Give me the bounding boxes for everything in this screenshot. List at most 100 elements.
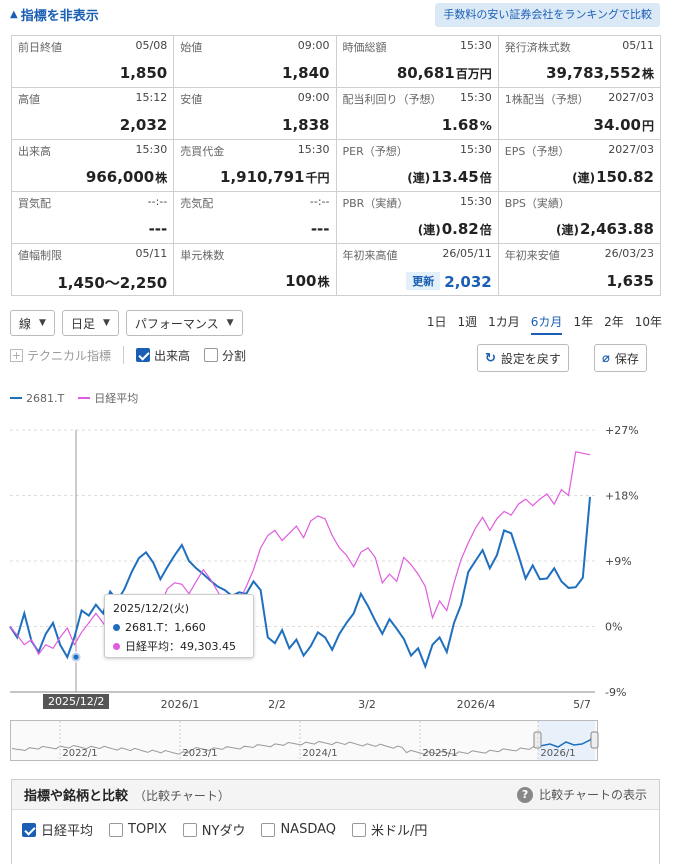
compare-help-link[interactable]: ? 比較チャートの表示 <box>517 786 647 803</box>
navigator-label: 2026/1 <box>540 748 575 759</box>
compare-checkbox[interactable]: TOPIX <box>109 820 167 839</box>
stock-series-line <box>9 496 591 670</box>
chevron-down-icon: ▼ <box>102 318 110 328</box>
chart-legend: 2681.T 日経平均 <box>10 390 138 406</box>
checkbox-unchecked-icon <box>182 822 197 837</box>
stat-cell: 時価総額 15:30 80,681百万円 <box>335 35 499 88</box>
stat-time: 09:00 <box>297 39 330 52</box>
line-type-select[interactable]: 線 ▼ <box>10 310 55 336</box>
stat-label: 1株配当（予想） <box>504 93 589 106</box>
stat-time: 15:30 <box>460 195 492 208</box>
stat-header: 時価総額 15:30 <box>343 39 492 59</box>
period-tab[interactable]: 10年 <box>635 313 662 335</box>
technical-indicators-toggle[interactable]: + テクニカル指標 <box>10 347 111 364</box>
stat-unit: 株 <box>317 275 330 289</box>
stat-unit: 倍 <box>479 171 492 185</box>
legend-item-stock[interactable]: 2681.T <box>10 390 64 406</box>
stat-label: 年初来安値 <box>504 249 560 262</box>
stat-time: 26/05/11 <box>442 247 492 260</box>
stat-unit: 株 <box>641 67 654 81</box>
navigator-label: 2023/1 <box>182 748 217 759</box>
stat-time: 15:30 <box>460 91 492 104</box>
stat-label: 前日終値 <box>18 41 62 54</box>
stat-header: 買気配 --:-- <box>18 195 167 215</box>
mode-select[interactable]: パフォーマンス ▼ <box>125 310 243 336</box>
period-tab[interactable]: 1日 <box>427 313 447 335</box>
stat-time: --:-- <box>309 195 330 208</box>
stat-label: 時価総額 <box>342 41 387 54</box>
hover-point <box>73 654 79 660</box>
series-dot-icon <box>113 642 120 650</box>
stat-label: 安値 <box>180 93 203 106</box>
stat-value-wrap: 1,910,791千円 <box>180 168 329 186</box>
stat-cell: 年初来高値 26/05/11 更新 2,032 <box>335 243 499 296</box>
tooltip-row-index: 日経平均：49,303.45 <box>113 638 245 654</box>
legend-item-index[interactable]: 日経平均 <box>78 390 138 406</box>
save-button[interactable]: ⌀ 保存 <box>594 344 647 372</box>
checkbox-checked-icon <box>22 822 36 837</box>
compare-checkbox[interactable]: NASDAQ <box>261 820 336 839</box>
chevron-down-icon: ▼ <box>226 318 234 328</box>
stat-label: 発行済株式数 <box>504 41 571 54</box>
stat-prefix: (連) <box>407 171 431 185</box>
checkbox-unchecked-icon <box>352 822 367 837</box>
stat-header: EPS（予想） 2027/03 <box>505 143 654 163</box>
stat-header: 年初来高値 26/05/11 <box>343 247 492 267</box>
x-tick-label: 3/2 <box>358 698 376 711</box>
stats-row: 値幅制限 05/11 1,450～2,250 単元株数 100株 年初来高値 26/05/1… <box>10 243 662 296</box>
stat-value-wrap: 1,850 <box>18 64 167 82</box>
stat-prefix: (連) <box>417 223 441 237</box>
stat-value: 1,840 <box>282 64 330 82</box>
stat-time: 15:12 <box>135 91 168 104</box>
stats-row: 出来高 15:30 966,000株 売買代金 15:30 1,910,791千円 PER（… <box>10 139 662 192</box>
stat-unit: 千円 <box>305 171 330 185</box>
compare-checkbox[interactable]: 米ドル/円 <box>352 820 427 839</box>
range-navigator[interactable]: 2022/1 2023/1 2024/1 2025/1 2026/1 <box>10 720 600 762</box>
stat-value-wrap: (連)2,463.88 <box>505 220 654 238</box>
period-tab[interactable]: 1週 <box>458 313 478 335</box>
checkbox-unchecked-icon <box>204 348 219 362</box>
stat-header: 売気配 --:-- <box>180 195 329 215</box>
broker-ranking-button[interactable]: 手数料の安い証券会社をランキングで比較 <box>435 3 660 27</box>
navigator-label: 2025/1 <box>422 748 457 759</box>
period-tab[interactable]: 6カ月 <box>530 313 563 335</box>
period-tab[interactable]: 2年 <box>604 313 624 335</box>
checkbox-unchecked-icon <box>261 822 276 837</box>
performance-chart[interactable]: +27% +18% +9% 0% -9% 2026/1 2/2 3/2 2026/4 5/7 <box>0 420 677 715</box>
stat-unit: 株 <box>155 171 168 185</box>
stat-header: 前日終値 05/08 <box>18 39 167 59</box>
stat-value-wrap: 80,681百万円 <box>343 64 492 82</box>
stat-time: 15:30 <box>297 143 330 156</box>
stat-value: 1,910,791 <box>220 168 305 186</box>
y-tick-label: +18% <box>605 490 639 503</box>
stat-unit: 百万円 <box>455 67 492 81</box>
y-tick-label: +9% <box>605 555 632 568</box>
stat-value-wrap: --- <box>18 220 168 238</box>
compare-checkbox[interactable]: 日経平均 <box>22 820 93 839</box>
chevron-down-icon: ▼ <box>39 318 46 328</box>
split-checkbox[interactable]: 分割 <box>204 347 246 364</box>
legend-swatch <box>78 397 91 399</box>
stat-value-wrap: 更新 2,032 <box>343 272 492 291</box>
stat-label: EPS（予想） <box>504 145 570 158</box>
stat-value: --- <box>310 220 330 238</box>
chart-controls: 線 ▼ 日足 ▼ パフォーマンス ▼ <box>10 310 243 338</box>
stat-header: 発行済株式数 05/11 <box>505 39 654 59</box>
toggle-indicators-link[interactable]: ▲ 指標を非表示 <box>10 5 99 24</box>
stat-label: PBR（実績） <box>342 197 409 210</box>
compare-items: 日経平均 TOPIX NYダウ NASDAQ 米ドル/円 <box>12 810 659 849</box>
navigator-label: 2022/1 <box>62 748 97 759</box>
stat-value-wrap: 966,000株 <box>18 168 167 186</box>
chart-options: + テクニカル指標 出来高 分割 <box>10 346 254 364</box>
stats-row: 買気配 --:-- --- 売気配 --:-- --- PBR（実績） 15:30 (連)0.8… <box>10 191 662 244</box>
period-tab[interactable]: 1カ月 <box>488 313 520 335</box>
navigator-handle-right[interactable] <box>590 731 599 749</box>
stat-time: 2027/03 <box>608 143 654 156</box>
interval-select[interactable]: 日足 ▼ <box>61 310 119 336</box>
compare-checkbox[interactable]: NYダウ <box>182 820 245 839</box>
reset-settings-button[interactable]: ↻ 設定を戻す <box>477 344 569 372</box>
period-tab[interactable]: 1年 <box>573 313 593 335</box>
stat-value: 150.82 <box>596 168 654 186</box>
stat-cell: 配当利回り（予想） 15:30 1.68% <box>335 87 499 140</box>
volume-checkbox[interactable]: 出来高 <box>136 347 190 364</box>
